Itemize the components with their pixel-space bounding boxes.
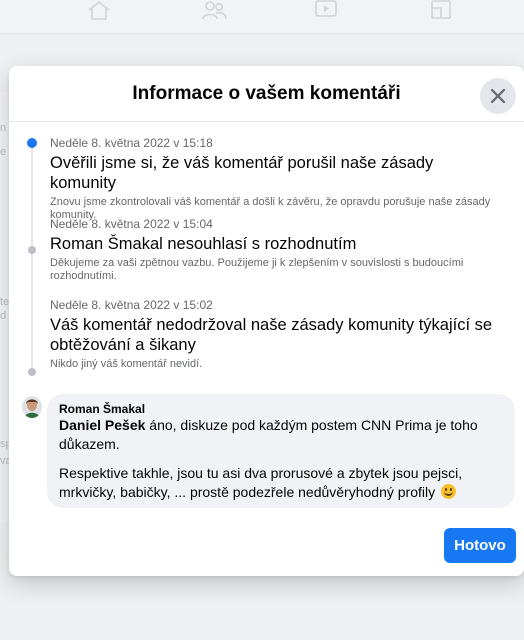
- background-fragment: d: [0, 310, 7, 322]
- timeline-date: Neděle 8. května 2022 v 15:04: [50, 217, 213, 231]
- timeline-description: Děkujeme za vaši zpětnou vazbu. Použijem…: [50, 257, 464, 282]
- comment-text: Daniel Pešek áno, diskuze pod každým pos…: [59, 416, 503, 454]
- comment-text: Respektive takhle, jsou tu asi dva proru…: [59, 464, 503, 502]
- close-button[interactable]: [480, 78, 516, 114]
- timeline-heading: Váš komentář nedodržoval naše zásady kom…: [50, 316, 493, 354]
- background-fragment: e: [0, 146, 7, 158]
- avatar-image: [22, 396, 42, 418]
- timeline-date: Neděle 8. května 2022 v 15:02: [50, 298, 213, 312]
- comment-bubble: Roman Šmakal Daniel Pešek áno, diskuze p…: [47, 394, 515, 508]
- timeline-description: Nikdo jiný váš komentář nevidí.: [50, 358, 203, 370]
- done-button[interactable]: Hotovo: [444, 528, 516, 563]
- pages-icon: [431, 0, 451, 19]
- comment-mention[interactable]: Daniel Pešek: [59, 417, 145, 433]
- timeline-dot: [28, 368, 36, 376]
- home-icon: [88, 0, 110, 20]
- timeline-dot: [28, 246, 36, 254]
- background-top-bar: [0, 0, 524, 34]
- timeline-heading: Roman Šmakal nesouhlasí s rozhodnutím: [50, 235, 357, 253]
- timeline-entry: Neděle 8. května 2022 v 15:04 Roman Šmak…: [50, 217, 500, 283]
- timeline-date: Neděle 8. května 2022 v 15:18: [50, 136, 213, 150]
- background-fragment: n: [0, 122, 7, 134]
- comment-info-dialog: Informace o vašem komentáři Neděle 8. kv…: [9, 66, 524, 576]
- timeline-dot-active: [27, 138, 37, 148]
- timeline-heading: Ověřili jsme si, že váš komentář porušil…: [50, 154, 434, 192]
- timeline-line: [31, 144, 33, 372]
- comment-text-part: Respektive takhle, jsou tu asi dva proru…: [59, 465, 463, 500]
- watch-icon: [315, 0, 337, 17]
- dialog-title: Informace o vašem komentáři: [132, 83, 401, 104]
- close-icon: [490, 88, 506, 104]
- background-fragment: te: [0, 296, 10, 308]
- comment-author[interactable]: Roman Šmakal: [59, 402, 503, 416]
- avatar[interactable]: [22, 396, 42, 418]
- dialog-header: Informace o vašem komentáři: [9, 66, 524, 122]
- timeline-entry: Neděle 8. května 2022 v 15:02 Váš koment…: [50, 298, 500, 371]
- timeline-entry: Neděle 8. května 2022 v 15:18 Ověřili js…: [50, 136, 500, 222]
- smiling-face-icon: [440, 484, 456, 499]
- friends-icon: [202, 1, 227, 20]
